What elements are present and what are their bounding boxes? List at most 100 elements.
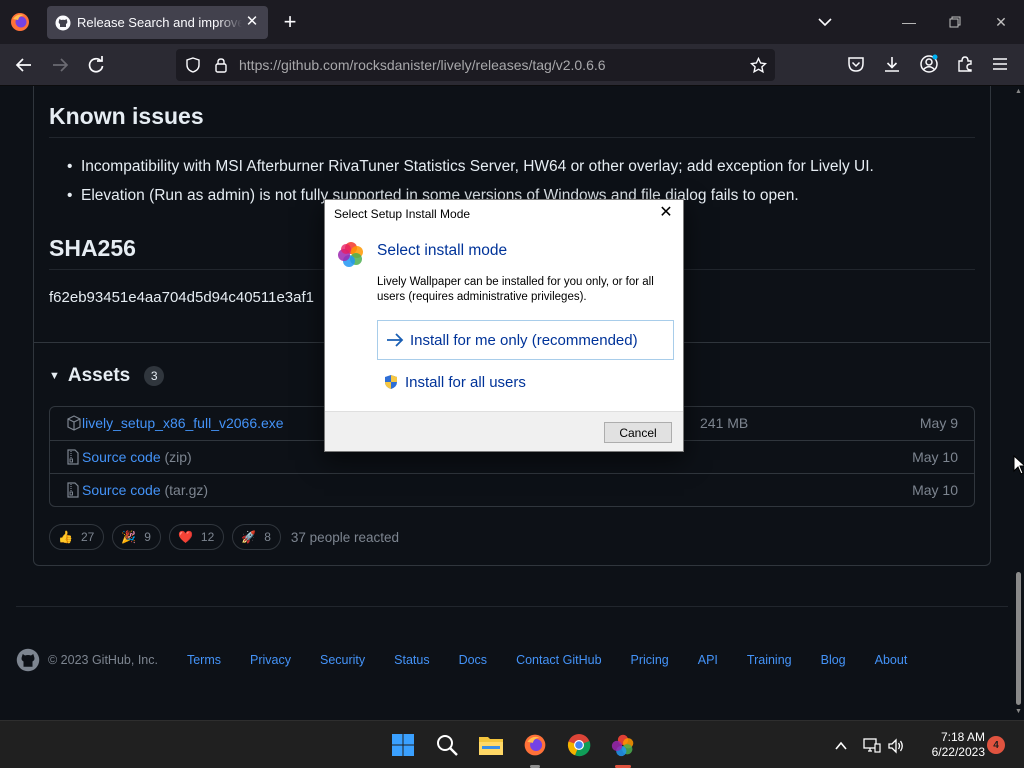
cancel-button[interactable]: Cancel <box>604 422 672 443</box>
footer-link-contact[interactable]: Contact GitHub <box>516 653 601 667</box>
dialog-footer: Cancel <box>325 411 683 451</box>
footer-link-training[interactable]: Training <box>747 653 792 667</box>
back-icon[interactable] <box>11 52 37 78</box>
footer-link-security[interactable]: Security <box>320 653 365 667</box>
reaction-heart[interactable]: ❤️ 12 <box>168 524 225 550</box>
lively-icon <box>337 240 365 268</box>
sha256-value: f62eb93451e4aa704d5d94c40511e3af1 <box>49 289 314 306</box>
dialog-body: Select install mode Lively Wallpaper can… <box>325 228 683 411</box>
tab-title: Release Search and improveme <box>77 15 242 30</box>
volume-icon[interactable] <box>886 736 906 756</box>
pocket-icon[interactable] <box>845 53 867 75</box>
known-issues-heading: Known issues <box>49 103 204 129</box>
notification-badge[interactable]: 4 <box>987 736 1005 754</box>
divider <box>16 606 1008 607</box>
windows-taskbar: 7:18 AM 6/22/2023 4 <box>0 720 1024 768</box>
asset-date: May 10 <box>912 449 958 465</box>
reaction-count: 9 <box>144 530 151 544</box>
forward-icon[interactable] <box>47 52 73 78</box>
shield-icon[interactable] <box>185 57 201 73</box>
lively-icon[interactable] <box>609 731 637 759</box>
chevron-up-icon[interactable] <box>831 736 851 756</box>
window-close-button[interactable]: ✕ <box>989 10 1013 34</box>
firefox-icon[interactable] <box>521 731 549 759</box>
rocket-icon: 🚀 <box>241 530 257 544</box>
asset-row: Source code (tar.gz) May 10 <box>50 473 974 506</box>
assets-toggle[interactable]: ▼ Assets 3 <box>49 365 165 387</box>
footer-link-pricing[interactable]: Pricing <box>631 653 669 667</box>
reaction-count: 27 <box>80 530 95 544</box>
dialog-heading: Select install mode <box>377 242 508 259</box>
known-issue-text: Incompatibility with MSI Afterburner Riv… <box>81 158 874 175</box>
browser-chrome: Release Search and improveme ✕ + — ✕ <box>0 0 1024 86</box>
footer-link-api[interactable]: API <box>698 653 718 667</box>
system-clock[interactable]: 7:18 AM 6/22/2023 <box>913 730 985 760</box>
tab-active[interactable]: Release Search and improveme ✕ <box>47 6 268 39</box>
new-tab-button[interactable]: + <box>279 11 301 33</box>
sha256-heading: SHA256 <box>49 235 136 261</box>
clock-date: 6/22/2023 <box>931 745 985 759</box>
chrome-icon[interactable] <box>565 731 593 759</box>
reactions-total: 37 people reacted <box>290 529 399 545</box>
asset-size: 241 MB <box>700 415 749 431</box>
install-for-me-label: Install for me only (recommended) <box>410 331 638 349</box>
footer-link-terms[interactable]: Terms <box>187 653 221 667</box>
footer-link-about[interactable]: About <box>875 653 908 667</box>
network-icon[interactable] <box>862 736 882 756</box>
reaction-count: 12 <box>200 530 215 544</box>
scroll-down-icon[interactable]: ▼ <box>1015 708 1022 715</box>
search-icon[interactable] <box>433 731 461 759</box>
download-icon[interactable] <box>881 53 903 75</box>
url-bar[interactable]: https://github.com/rocksdanister/lively/… <box>176 49 775 81</box>
file-explorer-icon[interactable] <box>477 731 505 759</box>
reaction-hooray[interactable]: 🎉 9 <box>112 524 161 550</box>
extensions-icon[interactable] <box>954 53 976 75</box>
scrollbar-thumb[interactable] <box>1016 572 1021 705</box>
footer-link-docs[interactable]: Docs <box>459 653 487 667</box>
assets-label: Assets <box>67 365 131 386</box>
asset-suffix: (zip) <box>164 449 192 465</box>
footer-link-blog[interactable]: Blog <box>821 653 846 667</box>
package-icon <box>67 415 81 431</box>
url-host: https://github.com <box>239 57 350 73</box>
url-path: /rocksdanister/lively/releases/tag/v2.0.… <box>349 57 606 73</box>
asset-date: May 9 <box>919 415 958 431</box>
setup-install-mode-dialog: Select Setup Install Mode ✕ Select insta… <box>324 199 684 452</box>
footer: © 2023 GitHub, Inc. Terms Privacy Securi… <box>16 648 936 672</box>
url-text: https://github.com/rocksdanister/lively/… <box>239 57 606 73</box>
asset-date: May 10 <box>912 482 958 498</box>
thumbs-up-icon: 👍 <box>58 530 73 544</box>
star-icon[interactable] <box>749 56 768 74</box>
footer-link-status[interactable]: Status <box>394 653 429 667</box>
lock-icon[interactable] <box>213 57 229 73</box>
party-icon: 🎉 <box>121 530 137 544</box>
divider <box>49 137 975 138</box>
github-icon <box>55 15 71 31</box>
tab-list-chevron-icon[interactable] <box>815 12 835 32</box>
github-icon[interactable] <box>16 648 40 672</box>
uac-shield-icon <box>383 374 399 390</box>
reaction-thumbs-up[interactable]: 👍 27 <box>49 524 105 550</box>
menu-icon[interactable] <box>989 53 1011 75</box>
dialog-description: Lively Wallpaper can be installed for yo… <box>377 276 654 303</box>
reaction-count: 8 <box>264 530 271 544</box>
reaction-rocket[interactable]: 🚀 8 <box>232 524 281 550</box>
asset-name: lively_setup_x86_full_v2066.exe <box>82 415 284 431</box>
install-for-me-button[interactable]: Install for me only (recommended) <box>377 320 674 360</box>
tab-close-icon[interactable]: ✕ <box>244 14 260 30</box>
minimize-button[interactable]: — <box>897 10 921 34</box>
account-icon[interactable] <box>918 53 940 75</box>
asset-link[interactable]: Source code (tar.gz) <box>82 482 208 498</box>
firefox-icon[interactable] <box>8 10 32 34</box>
dialog-close-icon[interactable]: ✕ <box>657 204 675 222</box>
asset-link[interactable]: lively_setup_x86_full_v2066.exe <box>82 415 284 431</box>
asset-link[interactable]: Source code (zip) <box>82 449 192 465</box>
footer-link-privacy[interactable]: Privacy <box>250 653 291 667</box>
install-for-all-button[interactable]: Install for all users <box>383 370 526 394</box>
scroll-up-icon[interactable]: ▲ <box>1015 88 1022 95</box>
windows-start-icon[interactable] <box>389 731 417 759</box>
dialog-title: Select Setup Install Mode <box>334 207 471 221</box>
reload-icon[interactable] <box>83 52 109 78</box>
page-scrollbar[interactable]: ▲ ▼ <box>1013 86 1024 720</box>
restore-button[interactable] <box>943 10 967 34</box>
